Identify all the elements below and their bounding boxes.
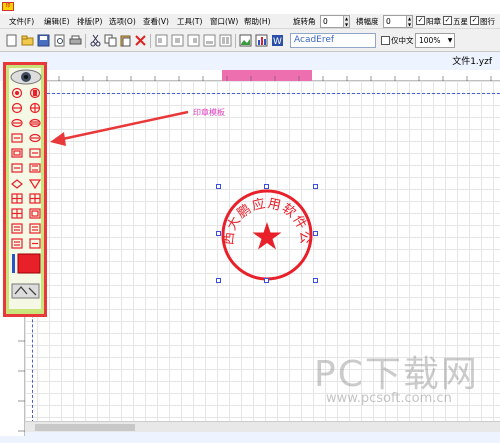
stamp-template-palette — [3, 62, 47, 317]
color-swatch-icon[interactable] — [17, 253, 41, 274]
resize-handle[interactable] — [216, 184, 221, 189]
star-icon — [252, 222, 282, 250]
resize-handle[interactable] — [216, 231, 221, 236]
app-window: 印 文件(F) 编辑(E) 排版(P) 选项(O) 查看(V) 工具(T) 窗口… — [0, 0, 500, 443]
color-bar-icon[interactable] — [12, 254, 15, 273]
template-rect-icon[interactable] — [29, 223, 41, 234]
template-annotation-label: 印章模板 — [193, 108, 225, 117]
template-triangle-icon[interactable] — [28, 179, 42, 190]
stamp-tool-icon[interactable] — [11, 283, 40, 299]
resize-handle[interactable] — [264, 278, 269, 283]
template-rect-icon[interactable] — [11, 238, 23, 249]
template-rect-icon[interactable] — [29, 163, 41, 173]
resize-handle[interactable] — [313, 278, 318, 283]
template-rect-icon[interactable] — [11, 223, 23, 234]
eye-icon[interactable] — [9, 68, 43, 86]
template-ellipse-icon[interactable] — [29, 118, 41, 128]
company-stamp[interactable]: 广西大鹏应用软件公司 — [218, 186, 316, 283]
watermark-brand: PC下载网 — [314, 354, 479, 395]
resize-handle[interactable] — [313, 184, 318, 189]
watermark-url: www.pcsoft.com.cn — [326, 391, 452, 406]
resize-handle[interactable] — [216, 278, 221, 283]
resize-handle[interactable] — [264, 184, 269, 189]
template-diamond-icon[interactable] — [11, 179, 23, 189]
template-icon-grid[interactable] — [9, 87, 43, 307]
resize-handle[interactable] — [313, 231, 318, 236]
